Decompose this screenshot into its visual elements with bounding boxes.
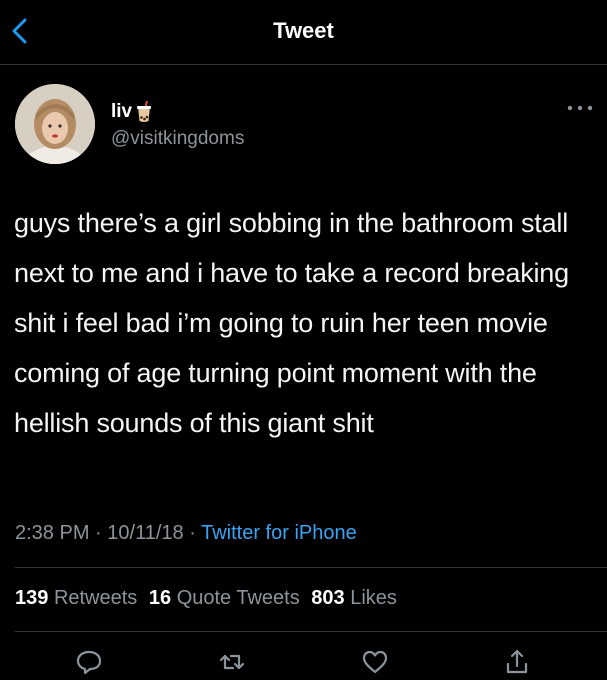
tweet-source-link[interactable]: Twitter for iPhone [201, 522, 357, 544]
tweet-date: 10/11/18 [107, 522, 184, 544]
more-horizontal-icon [567, 105, 593, 111]
share-button[interactable] [502, 647, 532, 677]
reply-icon [76, 650, 102, 675]
author-display-name: liv [111, 101, 133, 122]
heart-icon [362, 650, 388, 674]
tweet-time: 2:38 PM [15, 522, 90, 544]
tweet-metadata: 2:38 PM · 10/11/18 · Twitter for iPhone [15, 522, 357, 545]
likes-label: Likes [350, 587, 397, 609]
retweets-stat[interactable]: 139 Retweets [15, 587, 137, 609]
retweets-label: Retweets [53, 587, 138, 609]
quote-tweets-stat[interactable]: 16 Quote Tweets [149, 587, 300, 609]
author-handle[interactable]: @visitkingdoms [111, 128, 244, 150]
author-name-row[interactable]: liv [111, 101, 152, 123]
avatar[interactable] [15, 84, 95, 164]
quote-tweets-label: Quote Tweets [176, 587, 300, 609]
like-button[interactable] [360, 647, 390, 677]
retweets-count: 139 [15, 587, 49, 609]
profile-photo [15, 84, 95, 164]
more-options-button[interactable] [566, 103, 594, 113]
tweet-text: guys there’s a girl sobbing in the bathr… [14, 208, 569, 438]
share-icon [506, 649, 528, 674]
meta-separator: · [189, 522, 196, 544]
divider [15, 631, 607, 632]
reply-button[interactable] [74, 647, 104, 677]
retweet-button[interactable] [217, 647, 247, 677]
likes-count: 803 [311, 587, 345, 609]
meta-separator: · [95, 522, 102, 544]
divider [15, 567, 607, 568]
likes-stat[interactable]: 803 Likes [311, 587, 397, 609]
engagement-stats: 139 Retweets 16 Quote Tweets 803 Likes [15, 587, 403, 610]
retweet-icon [219, 654, 245, 670]
quote-tweets-count: 16 [148, 587, 172, 609]
page-title: Tweet [273, 18, 334, 43]
bubble-tea-icon [137, 101, 152, 122]
top-bar: Tweet [0, 0, 607, 65]
